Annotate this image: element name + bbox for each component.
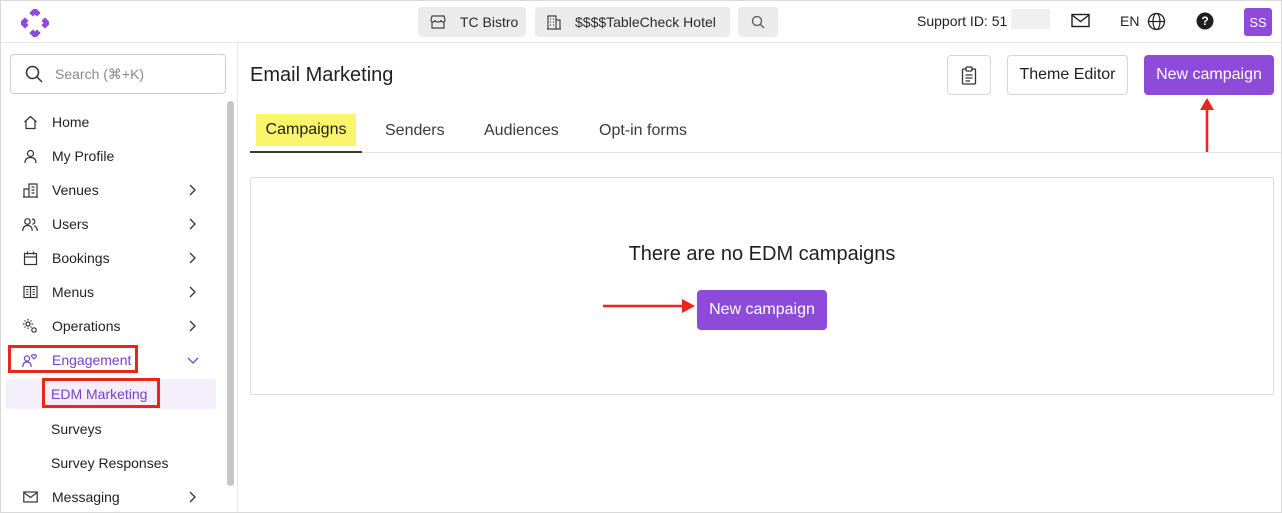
sidebar-item-label: Survey Responses	[51, 455, 169, 471]
svg-text:?: ?	[1201, 14, 1208, 28]
tab-opt-in-forms[interactable]: Opt-in forms	[599, 109, 687, 153]
support-id: Support ID: 51	[917, 13, 1008, 29]
search-icon	[25, 65, 43, 83]
sidebar-subitem-surveys[interactable]: Surveys	[6, 414, 216, 444]
support-id-redaction	[1011, 9, 1050, 29]
empty-state-panel	[250, 177, 1274, 395]
sidebar: Search (⌘+K) Home My Profile Venues User…	[1, 43, 238, 512]
tab-senders[interactable]: Senders	[385, 109, 445, 153]
annotation-highlight-edm-marketing	[42, 378, 160, 408]
sidebar-subitem-survey-responses[interactable]: Survey Responses	[6, 448, 216, 478]
sidebar-item-label: Home	[52, 114, 90, 130]
sidebar-item-label: Venues	[52, 182, 99, 198]
chevron-right-icon	[189, 286, 196, 298]
chevron-right-icon	[189, 184, 196, 196]
building-icon	[547, 14, 561, 30]
mail-icon	[22, 489, 38, 505]
search-icon	[751, 15, 765, 29]
empty-state-new-campaign-button[interactable]: New campaign	[697, 290, 827, 330]
chevron-down-icon	[187, 357, 199, 364]
help-icon[interactable]: ?	[1196, 12, 1214, 30]
users-icon	[22, 216, 38, 232]
globe-icon[interactable]	[1147, 12, 1166, 31]
clipboard-button[interactable]	[947, 55, 991, 95]
hotel-label: $$$$TableCheck Hotel	[575, 14, 716, 30]
menu-book-icon	[22, 284, 38, 300]
chevron-right-icon	[189, 491, 196, 503]
app-window: TC Bistro $$$$TableCheck Hotel Support I…	[0, 0, 1282, 513]
sidebar-item-messaging[interactable]: Messaging	[6, 482, 216, 512]
sidebar-item-label: Surveys	[51, 421, 102, 437]
theme-editor-button[interactable]: Theme Editor	[1007, 55, 1128, 95]
sidebar-item-label: Messaging	[52, 489, 120, 505]
clipboard-icon	[961, 65, 977, 85]
app-logo-icon[interactable]	[21, 9, 49, 37]
venue-label: TC Bistro	[460, 14, 519, 30]
person-icon	[22, 148, 38, 164]
sidebar-item-menus[interactable]: Menus	[6, 277, 216, 307]
chevron-right-icon	[189, 218, 196, 230]
tab-label: Senders	[385, 122, 445, 139]
top-bar: TC Bistro $$$$TableCheck Hotel Support I…	[1, 1, 1281, 43]
sidebar-item-label: Users	[52, 216, 89, 232]
search-placeholder: Search (⌘+K)	[55, 65, 145, 82]
operations-icon	[22, 318, 38, 334]
avatar[interactable]: SS	[1244, 8, 1272, 36]
annotation-arrow-right	[603, 299, 695, 313]
global-search-button[interactable]	[738, 7, 778, 37]
store-icon	[430, 15, 446, 29]
tab-label: Audiences	[484, 122, 559, 139]
sidebar-item-users[interactable]: Users	[6, 209, 216, 239]
search-input[interactable]: Search (⌘+K)	[10, 54, 226, 94]
empty-state-message: There are no EDM campaigns	[628, 243, 896, 265]
home-icon	[22, 114, 38, 130]
tab-campaigns[interactable]: Campaigns	[250, 109, 362, 153]
sidebar-item-label: My Profile	[52, 148, 115, 164]
tab-label: Opt-in forms	[599, 122, 688, 139]
venue-selector[interactable]: TC Bistro	[418, 7, 526, 37]
sidebar-item-my-profile[interactable]: My Profile	[6, 141, 216, 171]
tab-bar: Campaigns Senders Audiences Opt-in forms	[250, 109, 1281, 153]
sidebar-scrollbar[interactable]	[227, 101, 234, 486]
annotation-highlight-engagement	[8, 345, 138, 373]
new-campaign-button[interactable]: New campaign	[1144, 55, 1274, 95]
sidebar-item-venues[interactable]: Venues	[6, 175, 216, 205]
hotel-selector[interactable]: $$$$TableCheck Hotel	[535, 7, 730, 37]
mail-icon[interactable]	[1071, 13, 1090, 28]
sidebar-item-home[interactable]: Home	[6, 107, 216, 137]
sidebar-item-label: Menus	[52, 284, 95, 300]
tab-audiences[interactable]: Audiences	[484, 109, 559, 153]
venues-icon	[22, 182, 38, 198]
chevron-right-icon	[189, 320, 196, 332]
tab-label: Campaigns	[255, 114, 357, 146]
language-label[interactable]: EN	[1120, 13, 1139, 29]
page-title: Email Marketing	[250, 64, 394, 86]
sidebar-item-operations[interactable]: Operations	[6, 311, 216, 341]
sidebar-item-label: Operations	[52, 318, 121, 334]
